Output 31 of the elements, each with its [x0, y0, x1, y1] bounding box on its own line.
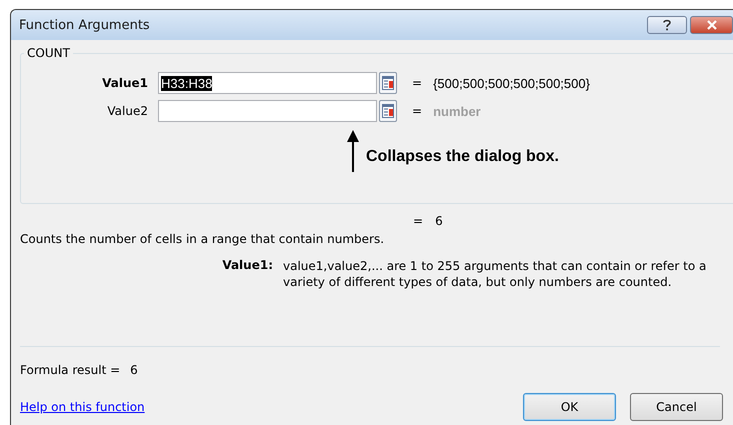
argument-label: Value2: [106, 104, 149, 118]
formula-result-value: 6: [130, 363, 138, 377]
help-link[interactable]: Help on this function: [20, 400, 145, 414]
arrow-icon: [347, 130, 359, 172]
collapse-icon: [382, 76, 394, 90]
cancel-button[interactable]: Cancel: [630, 393, 723, 421]
function-name: COUNT: [26, 46, 71, 60]
argument-help-label: Value1:: [221, 258, 274, 272]
result-value: 6: [435, 214, 443, 228]
collapse-button[interactable]: [379, 100, 397, 122]
window-title: Function Arguments: [19, 18, 150, 32]
argument-result: {500;500;500;500;500;500}: [433, 76, 590, 90]
close-icon: [706, 20, 718, 30]
argument-field[interactable]: H33:H38: [158, 72, 377, 94]
equals-sign: =: [412, 104, 422, 118]
field-value: H33:H38: [161, 76, 212, 90]
help-icon: [663, 19, 671, 31]
argument-help-text: value1,value2,... are 1 to 255 arguments that can contain or refer to a variety of different types of data, but only numbers are counted.: [283, 258, 708, 290]
annotation-text: Collapses the dialog box.: [366, 148, 559, 166]
equals-sign: =: [412, 76, 422, 90]
close-button[interactable]: [690, 16, 733, 34]
equals-sign: =: [413, 214, 424, 228]
argument-label: Value1: [101, 76, 149, 90]
collapse-button[interactable]: [379, 72, 397, 94]
argument-field[interactable]: [158, 100, 377, 122]
collapse-icon: [382, 104, 394, 118]
function-description: Counts the number of cells in a range that contain numbers.: [20, 232, 386, 246]
help-button[interactable]: [647, 16, 687, 34]
ok-button[interactable]: OK: [523, 393, 616, 421]
argument-result: number: [433, 104, 481, 118]
formula-result-label: Formula result =: [20, 363, 120, 377]
